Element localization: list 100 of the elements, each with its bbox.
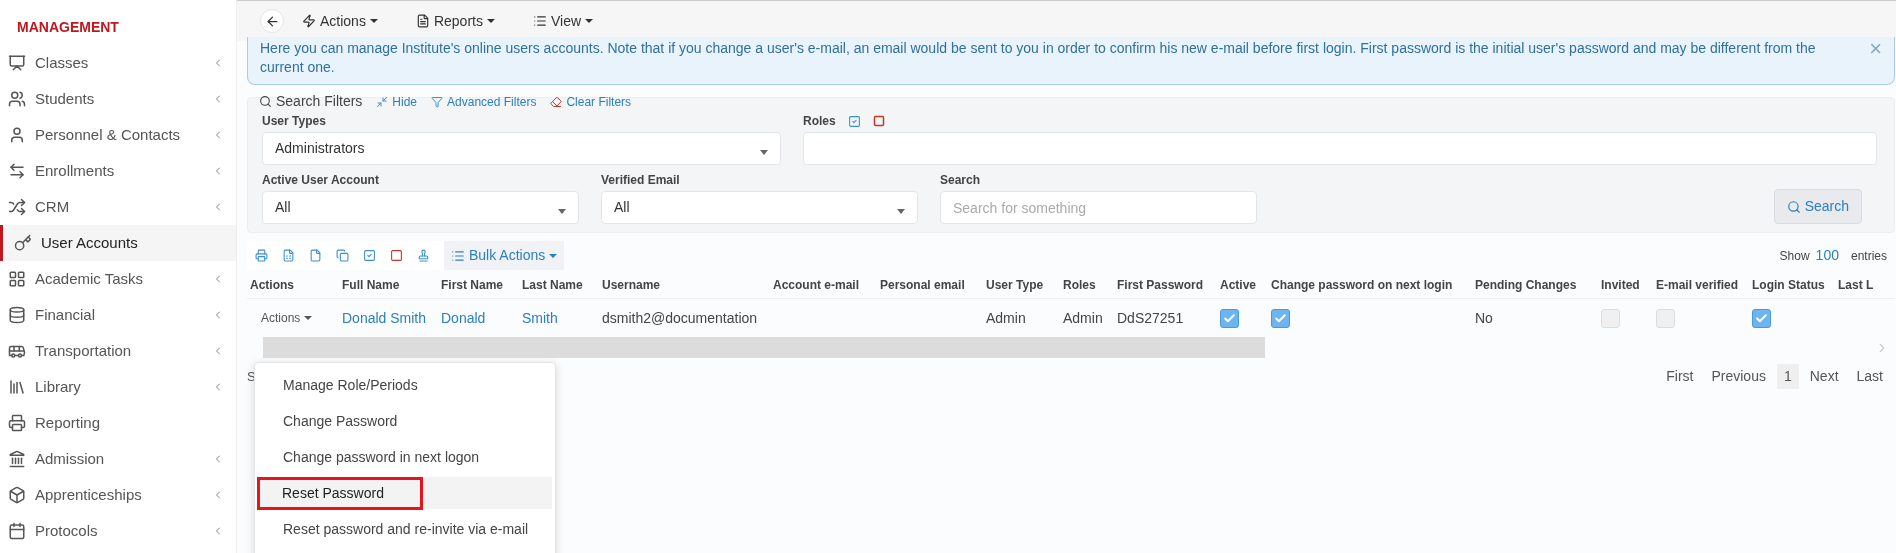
scrollbar[interactable] — [263, 337, 1265, 358]
stamp-icon[interactable] — [417, 249, 430, 262]
check-all-icon[interactable] — [847, 114, 861, 128]
grid-icon — [8, 270, 26, 288]
name-link[interactable]: Donald — [441, 307, 486, 329]
page-button[interactable]: Last — [1849, 364, 1890, 389]
sidebar-item[interactable]: Transportation — [0, 333, 236, 369]
caret-icon — [486, 19, 495, 23]
key-icon — [14, 234, 32, 252]
sidebar-heading: MANAGEMENT — [16, 18, 120, 37]
filter-link[interactable]: Hide — [376, 92, 418, 111]
sidebar-item[interactable]: Library — [0, 369, 236, 405]
page-button[interactable]: First — [1659, 364, 1701, 389]
print-icon[interactable] — [255, 249, 268, 262]
table-cell-text: DdS27251 — [1117, 308, 1184, 328]
caret-icon — [585, 19, 594, 23]
checkbox[interactable] — [1752, 308, 1771, 328]
list-icon — [532, 14, 547, 28]
calendar-icon — [8, 522, 26, 540]
column-header: Username — [602, 278, 661, 292]
column-header: Personal email — [880, 278, 965, 292]
sidebar-item[interactable]: Enrollments — [0, 153, 236, 189]
caret-icon — [549, 253, 558, 258]
sidebar-item[interactable]: Reporting — [0, 405, 236, 441]
checkbox[interactable] — [1271, 308, 1290, 328]
field-label: User Types — [262, 113, 326, 130]
classroom-icon — [8, 54, 26, 72]
page-button[interactable]: Previous — [1704, 364, 1773, 389]
printer-icon — [8, 414, 26, 432]
alert-text: Here you can manage Institute's online users accounts. Note that if you change a user's e-mail, an email would be sent to you in order to confirm his new e-mail before first login. First password is the initial user's password and may be different from the current one. — [260, 39, 1817, 77]
column-header: Full Name — [342, 278, 400, 292]
table-cell-text: Admin — [1063, 308, 1103, 328]
sidebar-item[interactable]: Protocols — [0, 513, 236, 549]
cube-icon — [8, 486, 26, 504]
caret-icon — [558, 209, 566, 214]
column-header: First Password — [1117, 278, 1204, 292]
file-icon[interactable] — [309, 249, 322, 262]
bulk-actions-button[interactable]: Bulk Actions — [444, 241, 565, 270]
column-header: Account e-mail — [773, 278, 859, 292]
filter-link[interactable]: Advanced Filters — [431, 92, 537, 111]
exchange-icon — [8, 162, 26, 180]
toolbar-menu[interactable]: View — [532, 10, 594, 32]
sidebar-item[interactable]: Personnel & Contacts — [0, 117, 236, 153]
column-header: E-mail verified — [1656, 278, 1739, 292]
column-header: Active — [1220, 278, 1257, 292]
sidebar-item[interactable]: Students — [0, 81, 236, 117]
spreadsheet-icon[interactable] — [282, 249, 295, 262]
column-header: Invited — [1601, 278, 1640, 292]
menu-item[interactable]: Reset Password — [258, 477, 552, 509]
filter-link[interactable]: Clear Filters — [550, 92, 632, 111]
roles-field[interactable] — [803, 132, 1877, 165]
column-header: First Name — [441, 278, 504, 292]
check-all-icon[interactable] — [363, 249, 376, 262]
name-link[interactable]: Smith — [522, 307, 558, 329]
field-label: Roles — [803, 113, 836, 130]
column-header: Login Status — [1752, 278, 1825, 292]
search-icon — [259, 95, 272, 108]
uncheck-all-icon[interactable] — [390, 249, 403, 262]
search-icon — [1786, 199, 1801, 214]
table-cell-text: No — [1475, 308, 1493, 328]
column-header: Actions — [250, 278, 294, 292]
column-header: Change password on next login — [1271, 278, 1453, 292]
sidebar-item[interactable]: User Accounts — [0, 225, 236, 261]
compress-icon — [376, 95, 389, 108]
sidebar-item[interactable]: Financial — [0, 297, 236, 333]
column-header: Last L — [1838, 278, 1874, 292]
checkbox[interactable] — [1220, 308, 1239, 328]
column-header: Pending Changes — [1475, 278, 1577, 292]
select-field[interactable]: Administrators — [262, 132, 781, 165]
column-header: Last Name — [522, 278, 583, 292]
sidebar-item[interactable]: Apprenticeships — [0, 477, 236, 513]
books-icon — [8, 378, 26, 396]
entries-label: entries — [1850, 247, 1887, 265]
table-cell-text: Admin — [986, 308, 1026, 328]
page-size-select[interactable]: 100 — [1815, 245, 1839, 266]
page-button[interactable]: Next — [1802, 364, 1846, 389]
search-button[interactable]: Search — [1773, 189, 1862, 224]
menu-item[interactable]: Change password in next logon — [258, 441, 552, 473]
copy-icon[interactable] — [336, 249, 349, 262]
back-button[interactable] — [260, 9, 284, 33]
sidebar-item[interactable]: CRM — [0, 189, 236, 225]
name-link[interactable]: Donald Smith — [342, 307, 427, 329]
sidebar-item[interactable]: Classes — [0, 45, 236, 81]
sidebar-item[interactable]: Admission — [0, 441, 236, 477]
menu-item[interactable]: Reset password and re-invite via e-mail — [258, 513, 552, 545]
sidebar-item[interactable]: Academic Tasks — [0, 261, 236, 297]
caret-icon — [897, 209, 905, 214]
menu-item[interactable]: Manage Role/Periods — [258, 369, 552, 401]
uncheck-all-icon[interactable] — [872, 115, 885, 127]
show-label: Show — [1779, 247, 1810, 265]
toolbar-menu[interactable]: Actions — [302, 10, 378, 32]
page-button[interactable]: 1 — [1776, 364, 1799, 389]
select-field[interactable]: All — [262, 191, 579, 224]
select-field[interactable]: All — [601, 191, 918, 224]
caret-icon — [304, 316, 313, 320]
search-filters-title: Search Filters — [276, 92, 363, 111]
toolbar-menu[interactable]: Reports — [415, 10, 495, 32]
menu-item[interactable]: Change Password — [258, 405, 552, 437]
actions-dropdown[interactable]: Actions — [261, 309, 313, 327]
search-field[interactable]: Search for something — [940, 191, 1257, 224]
